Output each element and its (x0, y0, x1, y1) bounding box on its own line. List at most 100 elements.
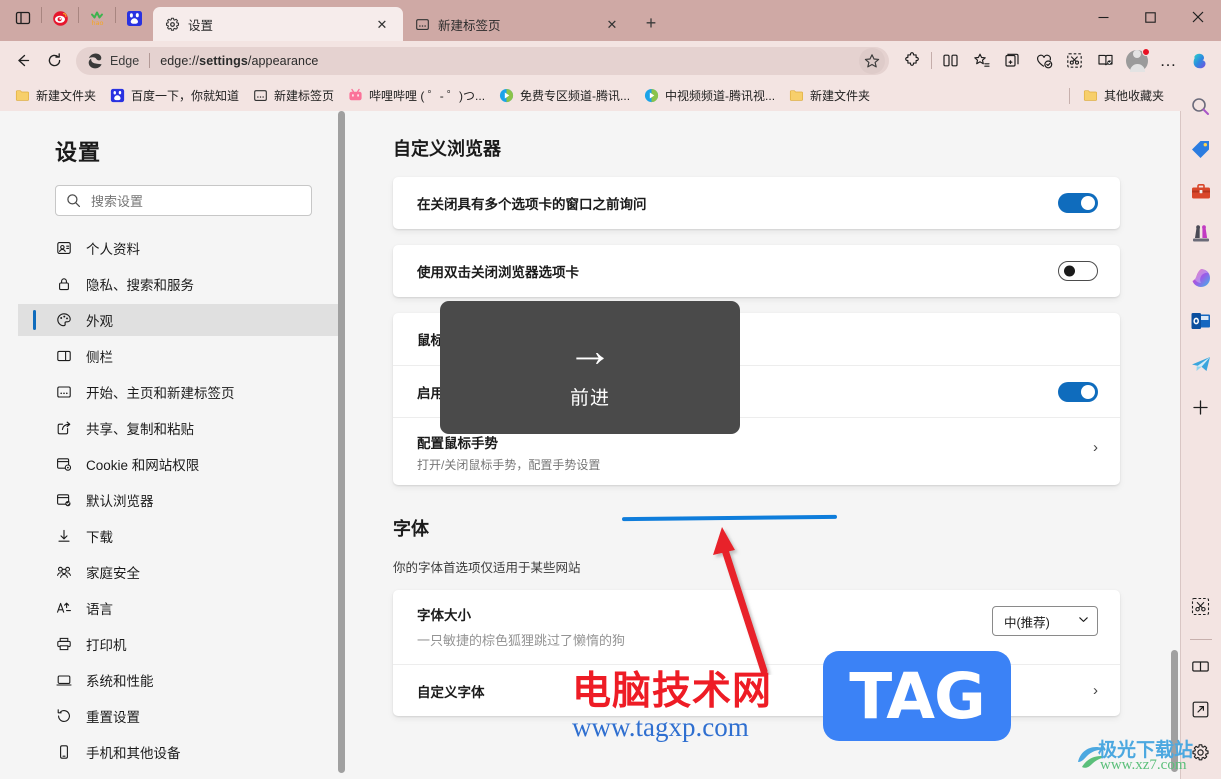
sidebar-item-label: 语言 (86, 598, 113, 618)
sidebar-item-printers[interactable]: 打印机 (18, 628, 338, 660)
sidebar-item-label: 开始、主页和新建标签页 (86, 382, 235, 402)
outlook-icon[interactable] (1185, 305, 1217, 337)
divider (78, 7, 79, 23)
bookmark-item[interactable]: 新建文件夹 (782, 84, 877, 107)
sidebar-item-reset-settings[interactable]: 重置设置 (18, 700, 338, 732)
search-placeholder: 搜索设置 (91, 191, 143, 210)
microsoft365-icon[interactable] (1185, 262, 1217, 294)
games-icon[interactable] (1185, 219, 1217, 251)
baidu-icon (110, 88, 125, 103)
bookmark-item[interactable]: 新建标签页 (246, 84, 341, 107)
extensions-icon[interactable] (897, 45, 928, 76)
bookmark-label: 新建标签页 (274, 87, 334, 104)
sidebar-item-profile[interactable]: 个人资料 (18, 232, 338, 264)
search-input[interactable]: 搜索设置 (55, 185, 312, 216)
bookmark-item[interactable]: 免费专区频道-腾讯... (492, 84, 637, 107)
close-icon[interactable]: ✕ (601, 13, 623, 35)
read-aloud-icon[interactable] (1090, 45, 1121, 76)
sidebar-item-label: 重置设置 (86, 706, 140, 726)
setting-row-ask-before-closing[interactable]: 在关闭具有多个选项卡的窗口之前询问 (393, 177, 1120, 229)
sidebar-item-label: 外观 (86, 310, 113, 330)
close-button[interactable] (1174, 0, 1221, 34)
tencent-video-icon (644, 88, 659, 103)
copilot-icon[interactable] (1184, 45, 1215, 76)
arrow-right-icon: → (567, 327, 613, 373)
address-bar[interactable]: Edge edge://settings/appearance (76, 47, 889, 75)
bookmark-item[interactable]: 新建文件夹 (8, 84, 103, 107)
close-icon[interactable]: ✕ (371, 13, 393, 35)
add-icon[interactable] (1185, 391, 1217, 423)
sidebar-item-share-copy-paste[interactable]: 共享、复制和粘贴 (18, 412, 338, 444)
bookmark-item[interactable]: 中视频频道-腾讯视... (637, 84, 782, 107)
sidebar-item-start-home-newtab[interactable]: 开始、主页和新建标签页 (18, 376, 338, 408)
tab-newtab[interactable]: 新建标签页 ✕ (403, 7, 633, 41)
maximize-button[interactable] (1127, 0, 1174, 34)
baidu-icon[interactable] (119, 3, 149, 33)
sidebar-item-appearance[interactable]: 外观 (18, 304, 338, 336)
screenshot-icon[interactable] (1185, 590, 1217, 622)
card-ask-before-closing: 在关闭具有多个选项卡的窗口之前询问 (393, 177, 1120, 229)
settings-sidebar: 设置 搜索设置 个人资料 隐私、搜索和服务 外观 (18, 111, 338, 779)
watermark-tag-logo: TAG (823, 651, 1011, 741)
sidebar-item-default-browser[interactable]: 默认浏览器 (18, 484, 338, 516)
tab-actions-icon[interactable] (8, 3, 38, 33)
scrollbar-thumb[interactable] (338, 111, 345, 773)
split-screen-icon[interactable] (1185, 650, 1217, 682)
sidebar-item-label: 默认浏览器 (86, 490, 154, 510)
tab-settings[interactable]: 设置 ✕ (153, 7, 403, 41)
open-external-icon[interactable] (1185, 693, 1217, 725)
weibo-icon[interactable] (45, 3, 75, 33)
avatar[interactable] (1121, 45, 1153, 77)
sidebar-item-phone-other-devices[interactable]: 手机和其他设备 (18, 736, 338, 768)
bookmark-item[interactable]: 百度一下，你就知道 (103, 84, 246, 107)
bookmark-item[interactable]: 哔哩哔哩 ( ゜- ゜)つ... (341, 84, 492, 107)
collections-icon[interactable] (997, 45, 1028, 76)
sidebar-item-cookies[interactable]: Cookie 和网站权限 (18, 448, 338, 480)
setting-row-double-click-close[interactable]: 使用双击关闭浏览器选项卡 (393, 245, 1120, 297)
sidebar-item-privacy[interactable]: 隐私、搜索和服务 (18, 268, 338, 300)
divider (931, 52, 932, 69)
setting-title: 配置鼠标手势 (417, 432, 1093, 452)
notification-dot (1142, 48, 1150, 56)
sidebar-item-downloads[interactable]: 下载 (18, 520, 338, 552)
watermark-url: www.tagxp.com (572, 712, 749, 743)
back-button[interactable] (6, 45, 38, 77)
search-icon[interactable] (1185, 90, 1217, 122)
svg-text:hao: hao (91, 19, 103, 27)
chevron-right-icon: › (1093, 439, 1098, 456)
sidebar-item-languages[interactable]: 语言 (18, 592, 338, 624)
sidebar-item-system-performance[interactable]: 系统和性能 (18, 664, 338, 696)
favorites-icon[interactable] (966, 45, 997, 76)
bookmark-label: 百度一下，你就知道 (131, 87, 239, 104)
sidebar-item-label: 隐私、搜索和服务 (86, 274, 194, 294)
browser-essentials-icon[interactable] (1028, 45, 1059, 76)
sidebar-item-family-safety[interactable]: 家庭安全 (18, 556, 338, 588)
more-options-button[interactable]: … (1153, 45, 1184, 76)
screenshot-icon[interactable] (1059, 45, 1090, 76)
titlebar-quick-icons: hao (0, 0, 149, 41)
split-screen-icon[interactable] (935, 45, 966, 76)
toggle-enable-mouse-gesture[interactable] (1058, 382, 1098, 402)
font-size-select[interactable]: 中(推荐) (992, 606, 1098, 636)
other-favorites-button[interactable]: 其他收藏夹 (1076, 84, 1171, 107)
sidebar-item-label: Cookie 和网站权限 (86, 454, 199, 474)
new-tab-button[interactable]: + (637, 9, 665, 37)
tab-strip: 设置 ✕ 新建标签页 ✕ + (153, 0, 665, 41)
shopping-tag-icon[interactable] (1185, 133, 1217, 165)
star-icon[interactable] (859, 48, 885, 74)
minimize-button[interactable] (1080, 0, 1127, 34)
font-preview-text: 一只敏捷的棕色狐狸跳过了懒惰的狗 (417, 630, 992, 649)
sidebar-scrollbar[interactable] (338, 111, 345, 779)
font-size-value: 中(推荐) (1004, 612, 1050, 631)
divider (1180, 111, 1181, 779)
sidebar-item-accessibility[interactable]: 辅助功能 (18, 772, 338, 779)
tools-icon[interactable] (1185, 176, 1217, 208)
hao123-icon[interactable]: hao (82, 3, 112, 33)
toggle-ask-before-closing[interactable] (1058, 193, 1098, 213)
sidebar-item-sidebar[interactable]: 侧栏 (18, 340, 338, 372)
telegram-icon[interactable] (1185, 348, 1217, 380)
row-text: 字体大小 一只敏捷的棕色狐狸跳过了懒惰的狗 (417, 602, 992, 649)
main-scrollbar[interactable] (1171, 111, 1178, 779)
toggle-double-click-close[interactable] (1058, 261, 1098, 281)
refresh-button[interactable] (38, 45, 70, 77)
